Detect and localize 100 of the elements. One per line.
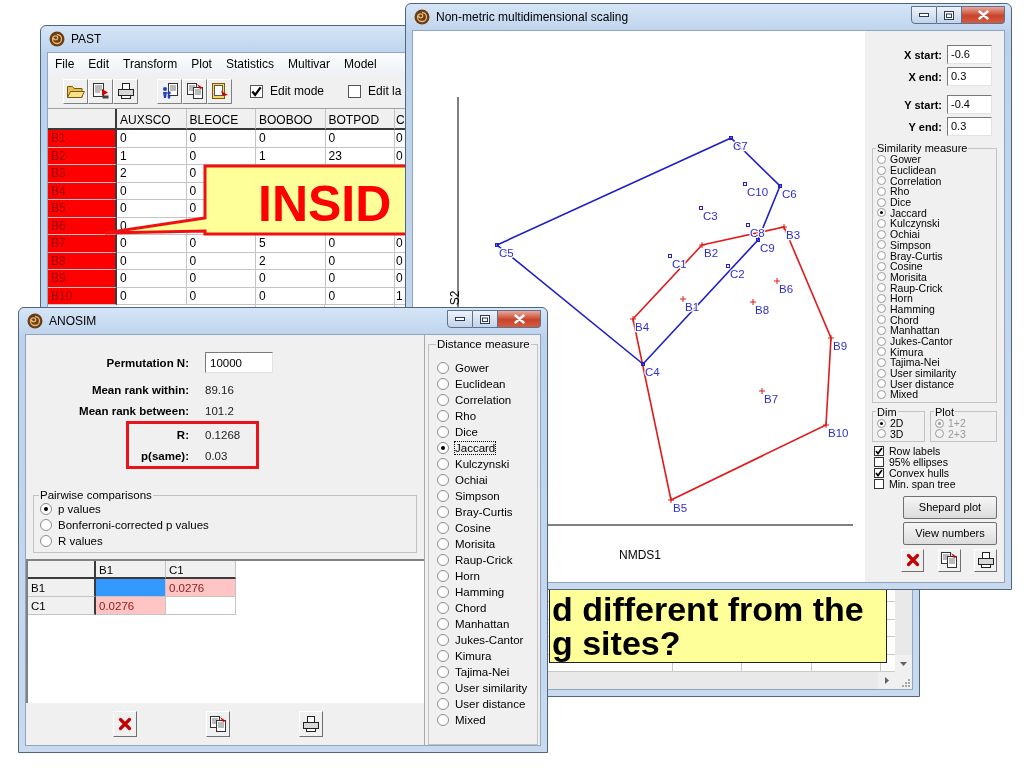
radio-button[interactable] bbox=[437, 426, 449, 438]
checkbox-label[interactable]: Edit mode bbox=[270, 84, 325, 98]
radio-button[interactable] bbox=[437, 410, 449, 422]
radio-label[interactable]: Kulczynski bbox=[455, 458, 510, 470]
column-header[interactable]: BOOBOO bbox=[256, 109, 326, 130]
radio-label[interactable]: 3D bbox=[890, 427, 904, 440]
radio-button[interactable] bbox=[437, 474, 449, 486]
radio-button[interactable] bbox=[877, 251, 886, 261]
radio-button[interactable] bbox=[437, 458, 449, 470]
radio-label[interactable]: 2D bbox=[890, 417, 904, 430]
horizontal-scrollbar[interactable] bbox=[548, 672, 878, 689]
checkbox[interactable] bbox=[874, 479, 884, 490]
input-field[interactable]: -0.4 bbox=[947, 95, 992, 114]
toolbar-button[interactable] bbox=[182, 78, 207, 104]
vertical-scrollbar[interactable] bbox=[895, 590, 912, 672]
radio-label[interactable]: Kimura bbox=[455, 650, 492, 662]
radio-label[interactable]: Manhattan bbox=[455, 618, 510, 630]
column-header[interactable]: C1 bbox=[166, 561, 236, 579]
radio-label[interactable]: Euclidean bbox=[890, 164, 937, 177]
radio-label[interactable]: Jaccard bbox=[890, 206, 927, 219]
toolbar-button[interactable] bbox=[88, 78, 113, 104]
radio-button[interactable] bbox=[437, 490, 449, 502]
radio-button[interactable] bbox=[437, 650, 449, 662]
radio-button[interactable] bbox=[877, 154, 886, 164]
checkbox-label[interactable]: Convex hulls bbox=[889, 467, 950, 480]
radio-button[interactable] bbox=[437, 394, 449, 406]
radio-label[interactable]: Simpson bbox=[455, 490, 500, 502]
radio-label[interactable]: Ochiai bbox=[890, 228, 920, 241]
radio-button[interactable] bbox=[437, 682, 449, 694]
panel-button[interactable]: Shepard plot bbox=[903, 495, 997, 519]
radio-button[interactable] bbox=[437, 522, 449, 534]
radio-label[interactable]: Raup-Crick bbox=[890, 281, 943, 294]
checkbox[interactable] bbox=[874, 446, 884, 457]
radio-button[interactable] bbox=[877, 336, 886, 346]
radio-button[interactable] bbox=[437, 442, 449, 454]
radio-label[interactable]: Ochiai bbox=[455, 474, 488, 486]
maximize-button[interactable] bbox=[937, 6, 962, 24]
radio-button[interactable] bbox=[877, 176, 886, 186]
scroll-right-button[interactable] bbox=[878, 672, 895, 689]
scroll-down-button[interactable] bbox=[895, 655, 912, 672]
radio-label[interactable]: Tajima-Nei bbox=[890, 356, 940, 369]
print-button[interactable] bbox=[299, 711, 323, 737]
checkbox-label[interactable]: Edit la bbox=[368, 84, 402, 98]
input-field[interactable]: 0.3 bbox=[947, 117, 992, 136]
radio-label[interactable]: Raup-Crick bbox=[455, 554, 513, 566]
input-field[interactable]: -0.6 bbox=[947, 45, 992, 64]
radio-button[interactable] bbox=[877, 229, 886, 239]
radio-label[interactable]: Chord bbox=[455, 602, 487, 614]
menu-item[interactable]: Edit bbox=[81, 56, 117, 71]
radio-label[interactable]: Jukes-Cantor bbox=[455, 634, 524, 646]
checkbox[interactable] bbox=[348, 84, 362, 98]
radio-label[interactable]: Euclidean bbox=[455, 378, 506, 390]
radio-label[interactable]: Kulczynski bbox=[890, 217, 940, 230]
toolbar-button[interactable] bbox=[113, 78, 138, 104]
radio-button[interactable] bbox=[437, 666, 449, 678]
radio-button[interactable] bbox=[877, 315, 886, 325]
radio-button[interactable] bbox=[877, 347, 886, 357]
radio-label[interactable]: Horn bbox=[890, 292, 913, 305]
close-button[interactable] bbox=[498, 310, 541, 328]
radio-label[interactable]: User similarity bbox=[455, 682, 528, 694]
radio-button[interactable] bbox=[877, 389, 886, 399]
radio-label[interactable]: Horn bbox=[455, 570, 480, 582]
checkbox-label[interactable]: Row labels bbox=[889, 445, 941, 458]
radio-label[interactable]: Bray-Curtis bbox=[455, 506, 513, 518]
column-header[interactable]: AUXSCO bbox=[117, 109, 187, 130]
row-header[interactable]: C1 bbox=[28, 597, 96, 615]
close-button[interactable] bbox=[962, 6, 1005, 24]
radio-label[interactable]: Dice bbox=[455, 426, 478, 438]
print-button[interactable] bbox=[974, 548, 997, 572]
radio-label[interactable]: Correlation bbox=[890, 174, 942, 187]
radio-label[interactable]: Manhattan bbox=[890, 324, 940, 337]
menu-item[interactable]: Transform bbox=[116, 56, 185, 71]
radio-button[interactable] bbox=[437, 698, 449, 710]
radio-button[interactable] bbox=[877, 293, 886, 303]
radio-button[interactable] bbox=[877, 379, 886, 389]
radio-label[interactable]: User similarity bbox=[890, 367, 956, 380]
table-cell[interactable]: 0.0276 bbox=[166, 579, 236, 597]
input-field[interactable]: 0.3 bbox=[947, 67, 992, 86]
row-header[interactable]: B1 bbox=[28, 579, 96, 597]
radio-label[interactable]: Rho bbox=[455, 410, 477, 422]
checkbox[interactable] bbox=[874, 468, 884, 479]
menu-item[interactable]: Model bbox=[337, 56, 384, 71]
radio-button[interactable] bbox=[40, 535, 52, 547]
radio-button[interactable] bbox=[877, 283, 886, 293]
radio-button[interactable] bbox=[437, 714, 449, 726]
radio-label[interactable]: Tajima-Nei bbox=[455, 666, 510, 678]
copy-button[interactable] bbox=[206, 711, 230, 737]
menu-item[interactable]: File bbox=[48, 56, 82, 71]
radio-button[interactable] bbox=[877, 418, 886, 428]
toolbar-button[interactable] bbox=[157, 78, 182, 104]
radio-button[interactable] bbox=[437, 602, 449, 614]
radio-button[interactable] bbox=[877, 325, 886, 335]
radio-label[interactable]: Mixed bbox=[455, 714, 486, 726]
radio-label[interactable]: Chord bbox=[890, 313, 919, 326]
radio-button[interactable] bbox=[437, 506, 449, 518]
radio-button[interactable] bbox=[877, 165, 886, 175]
radio-button[interactable] bbox=[437, 618, 449, 630]
radio-label[interactable]: Gower bbox=[455, 362, 489, 374]
column-header[interactable]: B1 bbox=[96, 561, 166, 579]
radio-button[interactable] bbox=[437, 362, 449, 374]
